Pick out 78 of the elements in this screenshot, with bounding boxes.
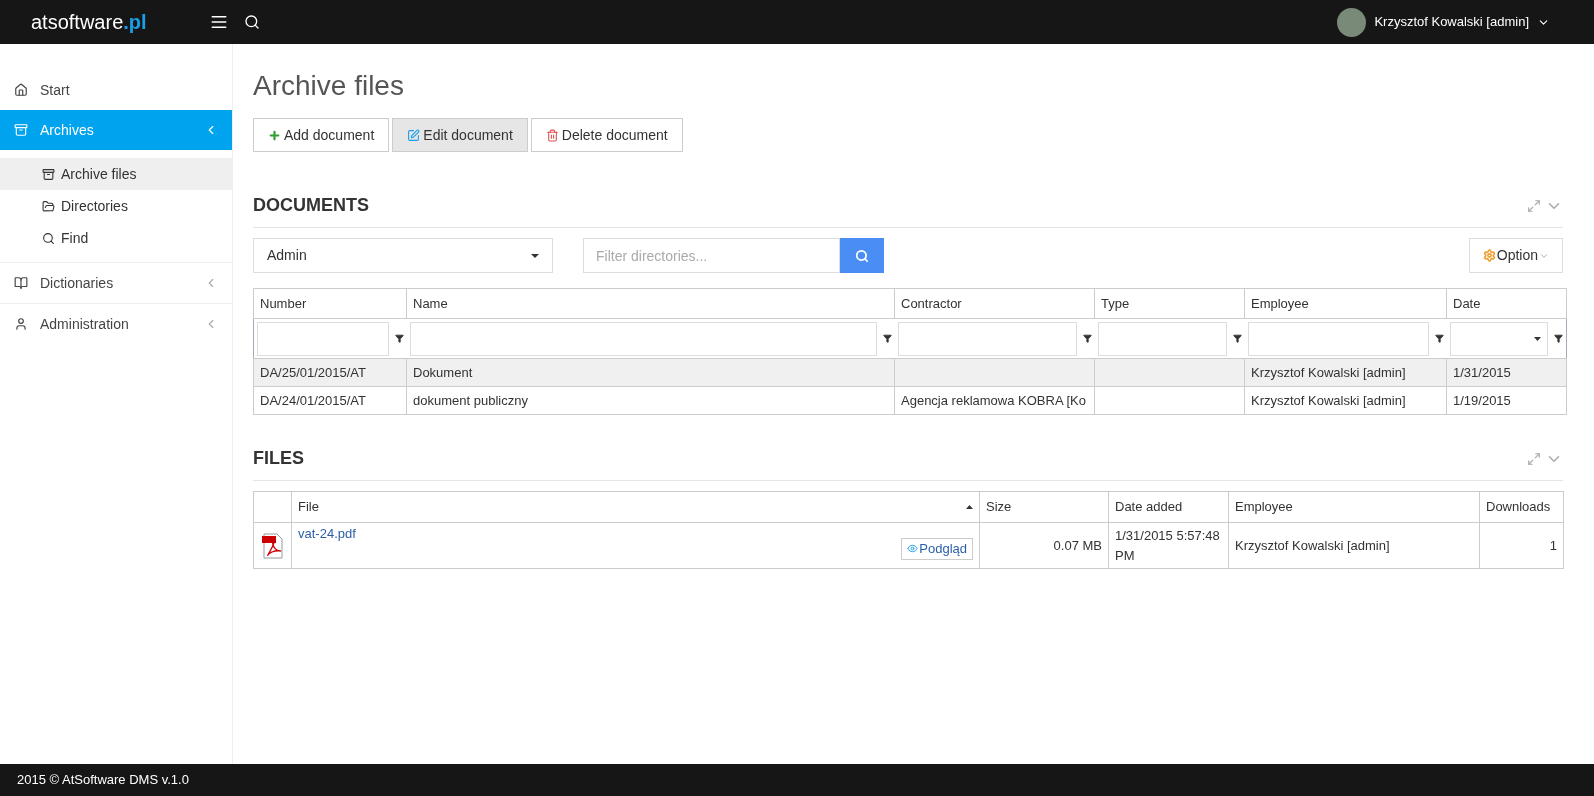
- sort-icon[interactable]: [966, 505, 973, 509]
- gear-icon: [1482, 249, 1496, 262]
- column-header[interactable]: Employee: [1244, 288, 1447, 319]
- brand-logo[interactable]: atsoftware.pl: [31, 7, 176, 37]
- toolbar-button[interactable]: Delete document: [530, 118, 683, 152]
- preview-button[interactable]: Podgląd: [901, 537, 973, 560]
- filter-icon[interactable]: [1232, 334, 1242, 343]
- table-cell: DA/25/01/2015/AT: [260, 364, 366, 380]
- filter-input[interactable]: [1097, 321, 1227, 356]
- filter-icon[interactable]: [1434, 334, 1444, 343]
- table-cell: Krzysztof Kowalski [admin]: [1235, 537, 1390, 553]
- column-header[interactable]: Employee: [1228, 491, 1480, 523]
- table-cell: 1/31/2015 5:57:48 PM: [1115, 528, 1220, 563]
- edit-icon: [407, 128, 421, 142]
- table-cell: dokument publiczny: [413, 392, 528, 408]
- nav-subitem[interactable]: Archive files: [0, 158, 232, 190]
- pdf-file-icon: [261, 532, 284, 559]
- nav-subitem[interactable]: Directories: [0, 190, 232, 222]
- eye-icon: [907, 543, 919, 554]
- column-header[interactable]: Downloads: [1479, 491, 1564, 523]
- column-header[interactable]: Contractor: [894, 288, 1095, 319]
- archive-box-icon: [42, 167, 55, 181]
- file-link[interactable]: vat-24.pdf: [298, 523, 356, 543]
- nav-item[interactable]: Administration: [0, 304, 232, 344]
- nav-item[interactable]: Dictionaries: [0, 263, 232, 303]
- search-button[interactable]: [840, 238, 884, 273]
- book-icon: [14, 276, 28, 290]
- column-header[interactable]: File: [291, 491, 980, 523]
- filter-field[interactable]: Filter directories...: [583, 238, 840, 273]
- filter-icon[interactable]: [394, 334, 404, 343]
- column-header[interactable]: Size: [979, 491, 1109, 523]
- user-select[interactable]: Admin: [253, 238, 553, 273]
- toolbar-button[interactable]: Add document: [253, 118, 390, 152]
- filter-icon[interactable]: [882, 334, 892, 343]
- column-header[interactable]: Date added: [1108, 491, 1229, 523]
- caret-icon: [1534, 336, 1541, 341]
- filter-input[interactable]: [409, 321, 877, 356]
- nav-subitem[interactable]: Find: [0, 222, 232, 254]
- column-header[interactable]: Type: [1094, 288, 1245, 319]
- table-cell: 1/19/2015: [1453, 392, 1511, 408]
- search-icon: [855, 248, 869, 263]
- plus-icon: [268, 128, 281, 142]
- table-cell: Agencja reklamowa KOBRA [Ko: [901, 392, 1086, 408]
- options-button[interactable]: Option: [1468, 238, 1563, 273]
- user-icon: [14, 317, 28, 331]
- table-cell: DA/24/01/2015/AT: [260, 392, 366, 408]
- avatar[interactable]: [1337, 7, 1367, 37]
- section-title: FILES: [253, 447, 304, 470]
- table-cell: 0.07 MB: [1053, 537, 1102, 553]
- toolbar-button[interactable]: Edit document: [392, 118, 528, 152]
- filter-input[interactable]: [257, 321, 389, 356]
- nav-item[interactable]: Start: [0, 70, 232, 110]
- footer-text: 2015 © AtSoftware DMS v.1.0: [17, 771, 189, 790]
- table-cell: 1: [1549, 537, 1557, 553]
- table-row[interactable]: DA/25/01/2015/AT Dokument Krzysztof Kowalski [admin] 1/31/2015: [253, 358, 1567, 387]
- filter-input[interactable]: [1247, 321, 1429, 356]
- filter-icon[interactable]: [1554, 334, 1563, 343]
- table-cell: Krzysztof Kowalski [admin]: [1251, 364, 1406, 380]
- table-cell: 1/31/2015: [1453, 364, 1511, 380]
- menu-icon[interactable]: [210, 13, 228, 31]
- table-cell: Krzysztof Kowalski [admin]: [1251, 392, 1406, 408]
- search-icon: [42, 231, 55, 245]
- column-header[interactable]: Number: [253, 288, 407, 319]
- table-row[interactable]: DA/24/01/2015/AT dokument publiczny Agencja reklamowa KOBRA [Ko Krzysztof Kowalski [admin] 1/19/2015: [253, 386, 1567, 415]
- search-icon[interactable]: [244, 14, 260, 30]
- column-header[interactable]: Name: [406, 288, 895, 319]
- caret-icon: [531, 253, 539, 258]
- filter-input[interactable]: [897, 321, 1077, 356]
- trash-icon: [545, 128, 559, 142]
- archive-box-icon: [14, 123, 28, 137]
- folder-icon: [42, 199, 55, 213]
- home-icon: [14, 83, 28, 97]
- table-cell: Dokument: [413, 364, 473, 380]
- page-title: Archive files: [253, 69, 405, 103]
- column-header[interactable]: Date: [1446, 288, 1567, 319]
- section-title: DOCUMENTS: [253, 194, 369, 217]
- filter-icon[interactable]: [1082, 334, 1092, 343]
- user-name[interactable]: Krzysztof Kowalski [admin]: [1374, 12, 1529, 32]
